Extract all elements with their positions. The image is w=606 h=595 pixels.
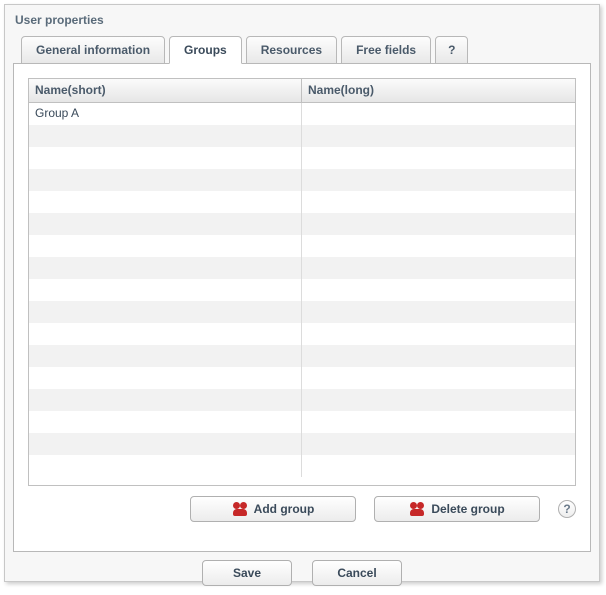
cell-name-long — [302, 301, 575, 323]
cell-name-short — [29, 367, 302, 389]
cell-name-long — [302, 345, 575, 367]
people-icon — [232, 502, 248, 516]
tab-row: General information Groups Resources Fre… — [21, 35, 591, 63]
cell-name-long — [302, 213, 575, 235]
cell-name-long — [302, 235, 575, 257]
cancel-button[interactable]: Cancel — [312, 560, 402, 586]
cell-name-short — [29, 301, 302, 323]
cell-name-long — [302, 103, 575, 125]
panel-title: User properties — [13, 10, 591, 35]
cell-name-long — [302, 147, 575, 169]
cell-name-short — [29, 257, 302, 279]
table-row[interactable] — [29, 411, 575, 433]
table-row[interactable] — [29, 323, 575, 345]
column-header-name-long[interactable]: Name(long) — [302, 79, 575, 102]
cell-name-short: Group A — [29, 103, 302, 125]
table-row[interactable] — [29, 147, 575, 169]
user-properties-panel: User properties General information Grou… — [4, 4, 600, 582]
people-icon — [409, 502, 425, 516]
button-group: Add group Delete group ? — [190, 496, 576, 522]
cell-name-short — [29, 169, 302, 191]
cell-name-short — [29, 279, 302, 301]
cell-name-long — [302, 279, 575, 301]
add-group-label: Add group — [254, 502, 315, 516]
add-group-button[interactable]: Add group — [190, 496, 356, 522]
cell-name-long — [302, 125, 575, 147]
help-icon[interactable]: ? — [558, 500, 576, 518]
table-row[interactable] — [29, 433, 575, 455]
table-body: Group A — [29, 103, 575, 486]
cell-name-short — [29, 235, 302, 257]
cell-name-short — [29, 213, 302, 235]
tab-groups[interactable]: Groups — [169, 36, 242, 64]
column-header-name-short[interactable]: Name(short) — [29, 79, 302, 102]
cell-name-long — [302, 367, 575, 389]
cell-name-short — [29, 345, 302, 367]
cell-name-short — [29, 455, 302, 477]
tab-free-fields[interactable]: Free fields — [341, 36, 431, 64]
table-row[interactable] — [29, 235, 575, 257]
cell-name-short — [29, 125, 302, 147]
tab-resources[interactable]: Resources — [246, 36, 337, 64]
cell-name-long — [302, 191, 575, 213]
table-row[interactable]: Group A — [29, 103, 575, 125]
action-row: Add group Delete group ? — [28, 496, 576, 522]
tab-content: Name(short) Name(long) Group A Add group… — [13, 63, 591, 552]
table-row[interactable] — [29, 213, 575, 235]
delete-group-button[interactable]: Delete group — [374, 496, 540, 522]
cell-name-long — [302, 389, 575, 411]
table-row[interactable] — [29, 191, 575, 213]
cell-name-short — [29, 147, 302, 169]
table-row[interactable] — [29, 367, 575, 389]
delete-group-label: Delete group — [431, 502, 504, 516]
tab-help[interactable]: ? — [435, 36, 468, 64]
cell-name-short — [29, 323, 302, 345]
cell-name-long — [302, 455, 575, 477]
cell-name-short — [29, 191, 302, 213]
table-row[interactable] — [29, 169, 575, 191]
tab-general-information[interactable]: General information — [21, 36, 165, 64]
footer-row: Save Cancel — [13, 560, 591, 586]
cell-name-long — [302, 411, 575, 433]
table-row[interactable] — [29, 345, 575, 367]
cell-name-short — [29, 433, 302, 455]
table-header: Name(short) Name(long) — [29, 79, 575, 103]
cell-name-long — [302, 169, 575, 191]
save-button[interactable]: Save — [202, 560, 292, 586]
table-row[interactable] — [29, 455, 575, 477]
table-row[interactable] — [29, 279, 575, 301]
cell-name-short — [29, 411, 302, 433]
cell-name-long — [302, 323, 575, 345]
table-row[interactable] — [29, 389, 575, 411]
cell-name-long — [302, 257, 575, 279]
table-row[interactable] — [29, 125, 575, 147]
groups-table: Name(short) Name(long) Group A — [28, 78, 576, 486]
cell-name-short — [29, 389, 302, 411]
cell-name-long — [302, 433, 575, 455]
table-row[interactable] — [29, 257, 575, 279]
table-row[interactable] — [29, 301, 575, 323]
